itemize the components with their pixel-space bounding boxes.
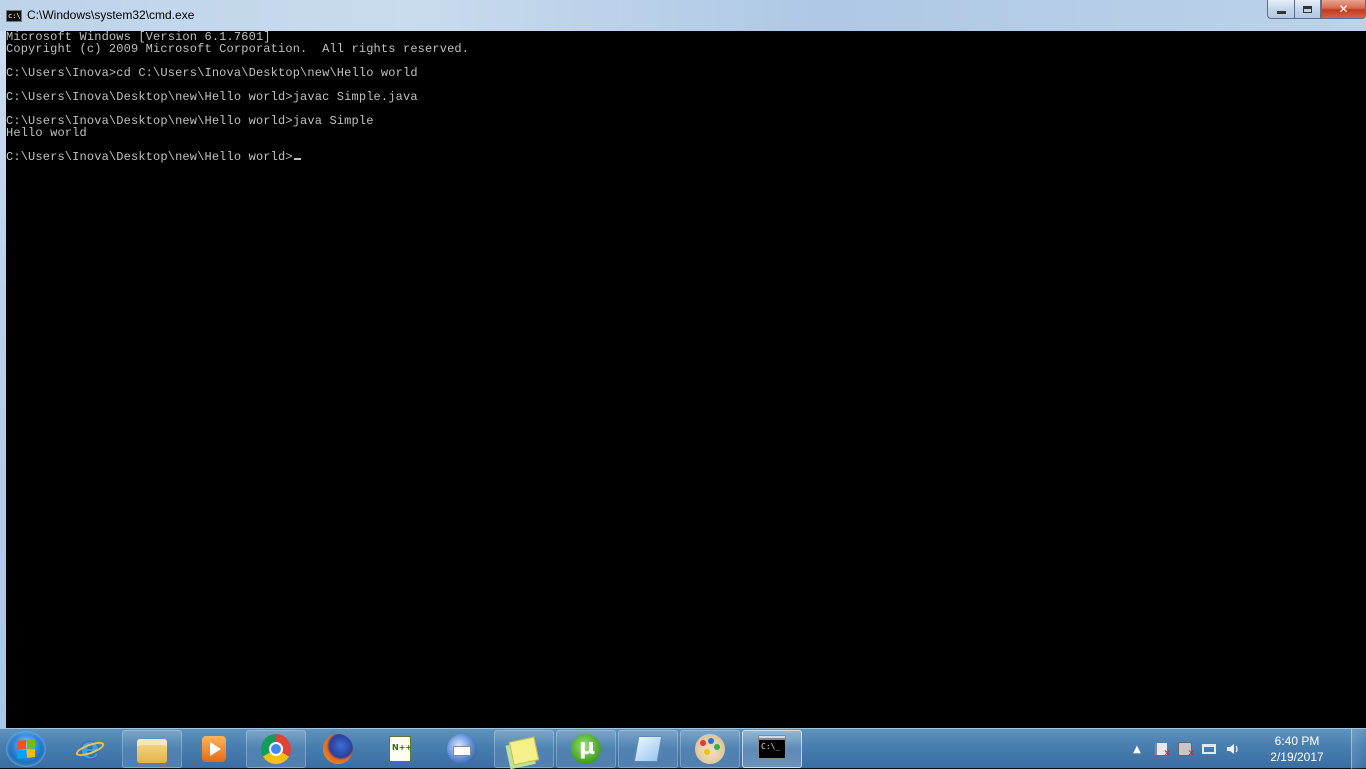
cmd-window-icon[interactable]: c:\	[6, 10, 22, 22]
taskbar-file-explorer[interactable]	[122, 730, 182, 768]
console-output[interactable]: Microsoft Windows [Version 6.1.7601] Cop…	[6, 31, 1366, 728]
clock-time: 6:40 PM	[1274, 734, 1320, 748]
window-title: C:\Windows\system32\cmd.exe	[27, 8, 195, 22]
taskbar-paint[interactable]	[680, 730, 740, 768]
taskbar-utorrent[interactable]	[556, 730, 616, 768]
console-prompt-line[interactable]: C:\Users\Inova\Desktop\new\Hello world>	[6, 151, 1366, 163]
console-lines: Microsoft Windows [Version 6.1.7601] Cop…	[6, 31, 1366, 163]
thunderbird-icon	[447, 734, 477, 764]
show-hidden-icons-button[interactable]: ▲	[1125, 737, 1149, 761]
chrome-icon	[261, 734, 291, 764]
notepad-plus-plus-icon	[389, 736, 412, 762]
cmd-icon: C:\_	[758, 735, 786, 759]
taskbar-firefox[interactable]	[308, 730, 368, 768]
system-tray: ▲ 6:40 PM 2/19/2017	[1125, 729, 1366, 769]
firefox-icon	[323, 734, 353, 764]
taskbar-media-player[interactable]	[184, 730, 244, 768]
clock-date: 2/19/2017	[1270, 750, 1324, 764]
title-bar[interactable]: c:\ C:\Windows\system32\cmd.exe ✕	[0, 0, 1366, 31]
cmd-window: c:\ C:\Windows\system32\cmd.exe ✕ Micros…	[0, 0, 1366, 728]
internet-explorer-icon: e	[75, 734, 105, 764]
taskbar-notepad-plus-plus[interactable]	[370, 730, 430, 768]
snipping-tool-icon	[633, 736, 663, 762]
text-cursor	[293, 158, 301, 160]
windows-start-orb-icon	[17, 739, 35, 759]
taskbar-snipping-tool[interactable]	[618, 730, 678, 768]
network-icon[interactable]	[1197, 737, 1221, 761]
taskbar-internet-explorer[interactable]: e	[60, 730, 120, 768]
file-explorer-icon	[137, 739, 167, 763]
show-desktop-button[interactable]	[1351, 729, 1366, 769]
taskbar-clock[interactable]: 6:40 PM 2/19/2017	[1251, 733, 1343, 765]
security-alert-icon[interactable]	[1173, 737, 1197, 761]
taskbar-thunderbird[interactable]	[432, 730, 492, 768]
paint-icon	[695, 734, 725, 764]
sticky-notes-icon	[508, 736, 540, 766]
console-line: Copyright (c) 2009 Microsoft Corporation…	[6, 42, 470, 56]
taskbar-pinned-apps: e C:\_	[60, 729, 804, 769]
taskbar-cmd[interactable]: C:\_	[742, 730, 802, 768]
console-line: C:\Users\Inova>cd C:\Users\Inova\Desktop…	[6, 66, 418, 80]
maximize-button[interactable]	[1294, 0, 1321, 19]
console-line: Hello world	[6, 126, 87, 140]
window-controls: ✕	[1267, 0, 1366, 20]
console-line: C:\Users\Inova\Desktop\new\Hello world>j…	[6, 90, 418, 104]
console-prompt: C:\Users\Inova\Desktop\new\Hello world>	[6, 150, 293, 164]
start-button[interactable]	[6, 731, 46, 767]
media-player-icon	[202, 736, 226, 762]
minimize-icon	[1276, 10, 1286, 14]
taskbar-sticky-notes[interactable]	[494, 730, 554, 768]
action-center-flag-icon[interactable]	[1149, 737, 1173, 761]
taskbar: e C:\_ ▲ 6:40 PM 2/19/2017	[0, 728, 1366, 769]
minimize-button[interactable]	[1267, 0, 1294, 19]
close-icon: ✕	[1338, 2, 1349, 16]
utorrent-icon	[571, 734, 601, 764]
maximize-icon	[1303, 5, 1312, 13]
taskbar-chrome[interactable]	[246, 730, 306, 768]
close-button[interactable]: ✕	[1321, 0, 1366, 19]
volume-icon[interactable]	[1221, 737, 1245, 761]
console-line: C:\Users\Inova\Desktop\new\Hello world>j…	[6, 114, 374, 128]
